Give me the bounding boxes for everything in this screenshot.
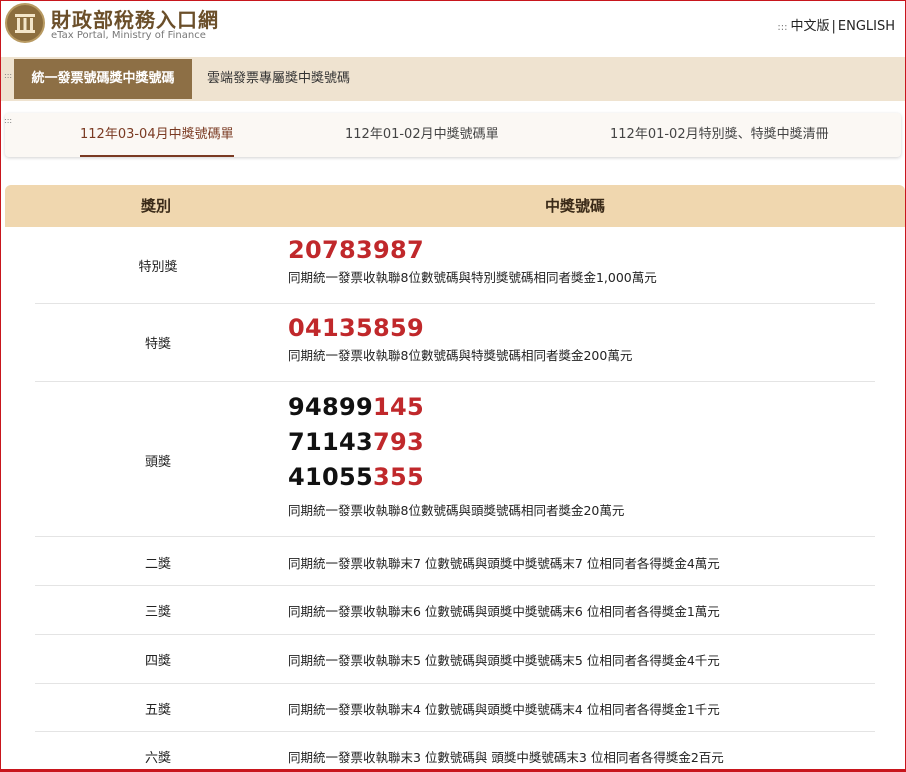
table-row-third: 三獎 同期統一發票收執聯末6 位數號碼與頭獎中獎號碼末6 位相同者各得獎金1萬元 bbox=[35, 586, 875, 635]
lang-en-link[interactable]: ENGLISH bbox=[838, 19, 895, 34]
table-row-special: 特別獎 20783987 同期統一發票收執聯8位數號碼與特別獎號碼相同者獎金1,… bbox=[35, 227, 875, 304]
period-tab-bar: 112年03-04月中獎號碼單 112年01-02月中獎號碼單 112年01-0… bbox=[5, 113, 901, 157]
site-subtitle[interactable]: eTax Portal, Ministry of Finance bbox=[51, 30, 206, 41]
ministry-emblem-icon[interactable] bbox=[5, 3, 45, 43]
main-tab-bar: ::: 統一發票號碼獎中獎號碼 雲端發票專屬獎中獎號碼 bbox=[1, 57, 905, 101]
tab-period-0102[interactable]: 112年01-02月中獎號碼單 bbox=[345, 113, 499, 157]
table-row-fifth: 五獎 同期統一發票收執聯末4 位數號碼與頭獎中獎號碼末4 位相同者各得獎金1千元 bbox=[35, 684, 875, 732]
lang-zh-link[interactable]: 中文版 bbox=[790, 19, 829, 34]
tab-period-0304[interactable]: 112年03-04月中獎號碼單 bbox=[80, 113, 234, 157]
col-numbers-header: 中獎號碼 bbox=[545, 197, 606, 215]
prize-label: 六獎 bbox=[144, 751, 171, 766]
winning-number: 71143793 bbox=[288, 428, 424, 456]
prize-description: 同期統一發票收執聯8位數號碼與特別獎號碼相同者獎金1,000萬元 bbox=[288, 270, 657, 285]
accesskey-marker-icon: ::: bbox=[777, 22, 788, 33]
language-switcher: ::: 中文版 | ENGLISH bbox=[777, 15, 895, 34]
prize-description: 同期統一發票收執聯8位數號碼與頭獎號碼相同者獎金20萬元 bbox=[288, 503, 625, 518]
prize-description: 同期統一發票收執聯末5 位數號碼與頭獎中獎號碼末5 位相同者各得獎金4千元 bbox=[288, 653, 720, 668]
tab-invoice-lottery[interactable]: 統一發票號碼獎中獎號碼 bbox=[14, 59, 192, 99]
prize-label: 五獎 bbox=[144, 703, 171, 718]
prize-label: 頭獎 bbox=[144, 455, 171, 470]
accesskey-marker-icon: ::: bbox=[4, 71, 13, 80]
winning-number: 94899145 bbox=[288, 393, 424, 421]
table-row-first: 頭獎 94899145 71143793 41055355 同期統一發票收執聯8… bbox=[35, 382, 875, 537]
prize-label: 三獎 bbox=[144, 605, 171, 620]
winning-number: 20783987 bbox=[288, 236, 424, 264]
winning-number: 04135859 bbox=[288, 314, 424, 342]
winning-numbers: 94899145 71143793 41055355 同期統一發票收執聯8位數號… bbox=[288, 390, 624, 521]
tab-cloud-invoice[interactable]: 雲端發票專屬獎中獎號碼 bbox=[207, 59, 350, 99]
table-row-fourth: 四獎 同期統一發票收執聯末5 位數號碼與頭獎中獎號碼末5 位相同者各得獎金4千元 bbox=[35, 635, 875, 684]
browser-frame: 財政部稅務入口網 eTax Portal, Ministry of Financ… bbox=[0, 0, 906, 772]
winning-numbers: 04135859 同期統一發票收執聯8位數號碼與特獎號碼相同者獎金200萬元 bbox=[288, 311, 632, 366]
prize-description: 同期統一發票收執聯末4 位數號碼與頭獎中獎號碼末4 位相同者各得獎金1千元 bbox=[288, 702, 720, 717]
site-header: 財政部稅務入口網 eTax Portal, Ministry of Financ… bbox=[1, 1, 905, 57]
site-title[interactable]: 財政部稅務入口網 bbox=[51, 4, 219, 33]
prize-description: 同期統一發票收執聯8位數號碼與特獎號碼相同者獎金200萬元 bbox=[288, 348, 633, 363]
prize-description: 同期統一發票收執聯末6 位數號碼與頭獎中獎號碼末6 位相同者各得獎金1萬元 bbox=[288, 604, 720, 619]
winning-numbers: 20783987 同期統一發票收執聯8位數號碼與特別獎號碼相同者獎金1,000萬… bbox=[288, 233, 657, 288]
table-row-second: 二獎 同期統一發票收執聯末7 位數號碼與頭獎中獎號碼末7 位相同者各得獎金4萬元 bbox=[35, 537, 875, 586]
table-header: 獎別 中獎號碼 bbox=[5, 185, 905, 227]
winning-number: 41055355 bbox=[288, 463, 424, 491]
prize-label: 二獎 bbox=[144, 557, 171, 572]
prize-label: 四獎 bbox=[144, 654, 171, 669]
accesskey-marker-icon: ::: bbox=[4, 116, 13, 125]
prize-description: 同期統一發票收執聯末7 位數號碼與頭獎中獎號碼末7 位相同者各得獎金4萬元 bbox=[288, 556, 720, 571]
table-row-sixth: 六獎 同期統一發票收執聯末3 位數號碼與 頭獎中獎號碼末3 位相同者各得獎金2百… bbox=[35, 732, 875, 769]
lang-separator: | bbox=[831, 19, 836, 34]
tab-special-list-0102[interactable]: 112年01-02月特別獎、特獎中獎清冊 bbox=[610, 113, 829, 157]
table-row-grand: 特獎 04135859 同期統一發票收執聯8位數號碼與特獎號碼相同者獎金200萬… bbox=[35, 304, 875, 382]
prize-label: 特別獎 bbox=[138, 260, 178, 275]
prize-label: 特獎 bbox=[144, 337, 171, 352]
prize-description: 同期統一發票收執聯末3 位數號碼與 頭獎中獎號碼末3 位相同者各得獎金2百元 bbox=[288, 750, 724, 765]
col-prize-header: 獎別 bbox=[141, 197, 172, 215]
